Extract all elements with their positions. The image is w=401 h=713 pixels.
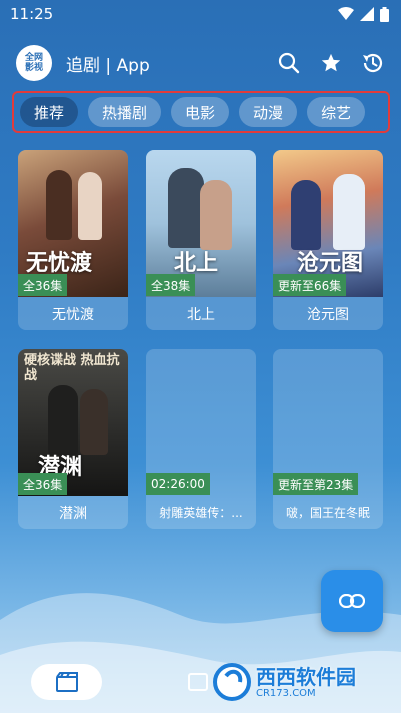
tab-recommend[interactable]: 推荐 xyxy=(20,97,79,127)
bottom-tab-player[interactable] xyxy=(186,670,210,694)
watermark-emblem xyxy=(213,663,251,701)
video-card[interactable]: 沧元图 更新至66集 沧元图 xyxy=(273,150,383,330)
card-title: 无忧渡 xyxy=(52,306,94,323)
video-card[interactable]: 无忧渡 全36集 无忧渡 xyxy=(18,150,128,330)
watermark-logo: 西西软件园 CR173.COM xyxy=(212,660,392,704)
favorites-button[interactable] xyxy=(319,51,343,75)
tab-movies[interactable]: 电影 xyxy=(171,97,230,127)
episode-badge: 更新至66集 xyxy=(273,274,347,296)
poster-title: 无忧渡 xyxy=(26,250,93,276)
bottom-tab-movies[interactable] xyxy=(31,664,102,700)
app-title: 追剧 | App xyxy=(66,55,150,76)
tab-variety[interactable]: 综艺 xyxy=(307,97,366,127)
episode-badge: 全38集 xyxy=(146,274,196,296)
app-logo: 全网影视 xyxy=(16,45,52,81)
history-icon xyxy=(363,53,383,73)
history-button[interactable] xyxy=(361,51,385,75)
duration-badge: 02:26:00 xyxy=(146,473,210,495)
status-bar: 11:25 xyxy=(0,0,401,28)
link-fab-button[interactable] xyxy=(321,570,383,632)
card-title: 啵，国王在冬眠 xyxy=(285,506,370,520)
episode-badge: 全36集 xyxy=(18,274,68,296)
player-icon xyxy=(188,673,208,691)
poster-title: 北上 xyxy=(174,250,219,276)
poster-subtitle: 硬核谍战 热血抗战 xyxy=(24,353,120,383)
category-tabs: 推荐 热播剧 电影 动漫 综艺 xyxy=(12,91,390,133)
app-bar: 全网影视 追剧 | App xyxy=(0,40,401,86)
video-card[interactable]: 02:26:00 射雕英雄传：... xyxy=(146,349,256,529)
logo-text: 全网影视 xyxy=(24,53,43,73)
tab-hot-series[interactable]: 热播剧 xyxy=(88,97,162,127)
status-icons xyxy=(338,6,389,22)
episode-badge: 全36集 xyxy=(18,473,68,495)
wifi-icon xyxy=(338,7,354,20)
star-icon xyxy=(321,53,341,72)
status-time: 11:25 xyxy=(10,5,54,23)
watermark-text: 西西软件园 xyxy=(256,664,356,689)
app-actions xyxy=(277,51,385,75)
signal-icon xyxy=(360,7,374,21)
video-card[interactable]: 北上 全38集 北上 xyxy=(146,150,256,330)
card-title: 潜渊 xyxy=(59,505,87,522)
search-icon xyxy=(278,52,300,74)
watermark-subtext: CR173.COM xyxy=(256,687,316,699)
link-icon xyxy=(339,594,365,608)
video-card[interactable]: 更新至第23集 啵，国王在冬眠 xyxy=(273,349,383,529)
film-icon xyxy=(55,672,78,692)
tab-anime[interactable]: 动漫 xyxy=(239,97,298,127)
battery-icon xyxy=(380,6,389,22)
card-title: 射雕英雄传：... xyxy=(159,506,243,520)
poster-title: 沧元图 xyxy=(297,250,364,276)
card-title: 沧元图 xyxy=(307,306,349,323)
video-card[interactable]: 硬核谍战 热血抗战 潜渊 全36集 潜渊 xyxy=(18,349,128,529)
card-title: 北上 xyxy=(187,306,215,323)
search-button[interactable] xyxy=(277,51,301,75)
episode-badge: 更新至第23集 xyxy=(273,473,359,495)
